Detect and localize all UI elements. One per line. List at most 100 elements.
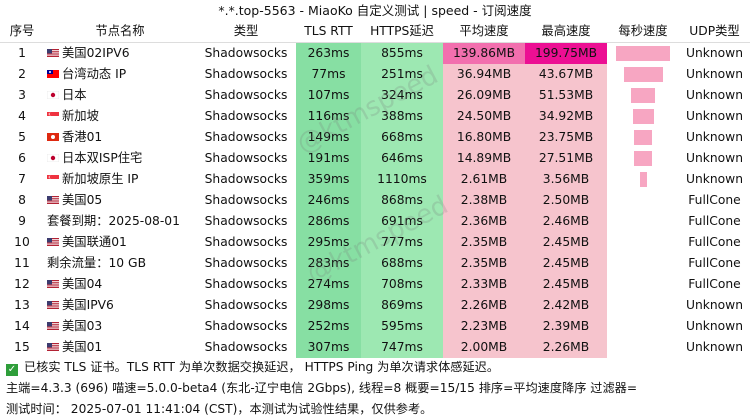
cell-type: Shadowsocks [204,319,288,333]
cell-per-second [607,148,679,169]
cell-type: Shadowsocks [204,214,288,228]
speed-sparkline [634,130,652,145]
speed-sparkline [639,172,647,187]
cell-avg-speed: 2.23MB [443,316,525,337]
cell-https: 251ms [361,64,443,85]
node-name: 新加坡 [62,109,99,123]
col-header-udp[interactable]: UDP类型 [679,21,750,43]
us-flag-icon [47,337,59,351]
table-row[interactable]: 12 美国04 Shadowsocks 274ms 708ms 2.33MB 2.45MB F… [0,274,750,295]
cell-tls-rtt: 116ms [296,106,361,127]
cell-type: Shadowsocks [204,256,288,270]
col-header-https[interactable]: HTTPS延迟 [361,21,443,43]
cell-udp: Unknown [685,46,744,60]
cell-index: 1 [18,46,26,60]
cell-tls-rtt: 286ms [296,211,361,232]
cell-name: 美国联通01 [44,232,196,253]
window-title: *.*.top-5563 - MiaoKo 自定义测试 | speed - 订阅… [218,3,532,18]
cell-name: 台湾动态 IP [44,64,196,85]
cell-udp: FullCone [688,235,741,249]
table-row[interactable]: 14 美国03 Shadowsocks 252ms 595ms 2.23MB 2.39MB U… [0,316,750,337]
cell-udp: FullCone [688,277,741,291]
cell-type: Shadowsocks [204,340,288,354]
cell-udp: Unknown [685,298,744,312]
col-header-tls-rtt[interactable]: TLS RTT [296,21,361,43]
cell-https: 777ms [361,232,443,253]
table-row[interactable]: 5 香港01 Shadowsocks 149ms 668ms 16.80MB 23.75MB… [0,127,750,148]
sg-flag-icon [47,106,59,120]
col-header-type[interactable]: 类型 [196,21,296,43]
cell-name: 日本 [44,85,196,106]
table-row[interactable]: 13 美国IPV6 Shadowsocks 298ms 869ms 2.26MB 2.42M… [0,295,750,316]
table-row[interactable]: 7 新加坡原生 IP Shadowsocks 359ms 1110ms 2.61MB 3.5… [0,169,750,190]
table-row[interactable]: 15 美国01 Shadowsocks 307ms 747ms 2.00MB 2.26MB U… [0,337,750,358]
col-header-name[interactable]: 节点名称 [44,21,196,43]
us-flag-icon [47,232,59,246]
table-row[interactable]: 8 美国05 Shadowsocks 246ms 868ms 2.38MB 2.50MB Fu… [0,190,750,211]
cell-per-second [607,337,679,358]
cell-https: 324ms [361,85,443,106]
table-row[interactable]: 2 台湾动态 IP Shadowsocks 77ms 251ms 36.94MB 43.67… [0,64,750,85]
cell-avg-speed: 139.86MB [443,42,525,64]
node-name: 新加坡原生 IP [62,172,139,186]
cell-name: 美国IPV6 [44,295,196,316]
node-name: 日本 [62,88,87,102]
cell-avg-speed: 2.61MB [443,169,525,190]
table-row[interactable]: 3 日本 Shadowsocks 107ms 324ms 26.09MB 51.53MB Un… [0,85,750,106]
cell-tls-rtt: 298ms [296,295,361,316]
cell-https: 668ms [361,127,443,148]
cell-per-second [607,85,679,106]
cell-udp: Unknown [685,130,744,144]
table-row[interactable]: 9 套餐到期：2025-08-01 Shadowsocks 286ms 691ms 2.3… [0,211,750,232]
cell-tls-rtt: 107ms [296,85,361,106]
cell-index: 4 [18,109,26,123]
cell-type: Shadowsocks [204,151,288,165]
cell-name: 套餐到期：2025-08-01 [44,211,196,232]
cell-tls-rtt: 252ms [296,316,361,337]
footer-line-1: 已核实 TLS 证书。TLS RTT 为单次数据交换延迟， HTTPS Ping… [24,360,500,374]
cell-udp: Unknown [685,109,744,123]
table-row[interactable]: 10 美国联通01 Shadowsocks 295ms 777ms 2.35MB 2.45M… [0,232,750,253]
cell-name: 剩余流量：10 GB [44,253,196,274]
table-row[interactable]: 11 剩余流量：10 GB Shadowsocks 283ms 688ms 2.35MB 2… [0,253,750,274]
check-icon: ✓ [6,364,18,376]
cell-tls-rtt: 263ms [296,42,361,64]
sg-flag-icon [47,169,59,183]
cell-https: 869ms [361,295,443,316]
results-table: 序号 节点名称 类型 TLS RTT HTTPS延迟 平均速度 最高速度 每秒速… [0,21,750,358]
node-name: 美国02IPV6 [62,46,130,60]
cell-name: 美国01 [44,337,196,358]
node-name: 美国03 [62,319,103,333]
us-flag-icon [47,190,59,204]
cell-tls-rtt: 307ms [296,337,361,358]
us-flag-icon [47,274,59,288]
cell-udp: Unknown [685,340,744,354]
cell-udp: Unknown [685,67,744,81]
cell-type: Shadowsocks [204,88,288,102]
cell-type: Shadowsocks [204,130,288,144]
node-name: 香港01 [62,130,103,144]
node-name: 美国联通01 [62,235,127,249]
node-name: 剩余流量：10 GB [47,256,147,270]
cell-tls-rtt: 77ms [296,64,361,85]
hk-flag-icon [47,127,59,141]
cell-https: 388ms [361,106,443,127]
cell-max-speed: 2.45MB [525,253,607,274]
cell-avg-speed: 2.33MB [443,274,525,295]
cell-avg-speed: 24.50MB [443,106,525,127]
cell-tls-rtt: 359ms [296,169,361,190]
col-header-per-second[interactable]: 每秒速度 [607,21,679,43]
table-row[interactable]: 1 美国02IPV6 Shadowsocks 263ms 855ms 139.86MB 19… [0,42,750,64]
table-row[interactable]: 6 日本双ISP住宅 Shadowsocks 191ms 646ms 14.89MB 27.… [0,148,750,169]
footer-note: ✓ 已核实 TLS 证书。TLS RTT 为单次数据交换延迟， HTTPS Pin… [0,357,750,377]
col-header-avg-speed[interactable]: 平均速度 [443,21,525,43]
cell-tls-rtt: 274ms [296,274,361,295]
col-header-max-speed[interactable]: 最高速度 [525,21,607,43]
cell-type: Shadowsocks [204,46,288,60]
cell-per-second [607,106,679,127]
cell-index: 10 [14,235,30,249]
table-row[interactable]: 4 新加坡 Shadowsocks 116ms 388ms 24.50MB 34.92MB U… [0,106,750,127]
us-flag-icon [47,316,59,330]
col-header-index[interactable]: 序号 [0,21,44,43]
node-name: 套餐到期：2025-08-01 [47,214,180,228]
